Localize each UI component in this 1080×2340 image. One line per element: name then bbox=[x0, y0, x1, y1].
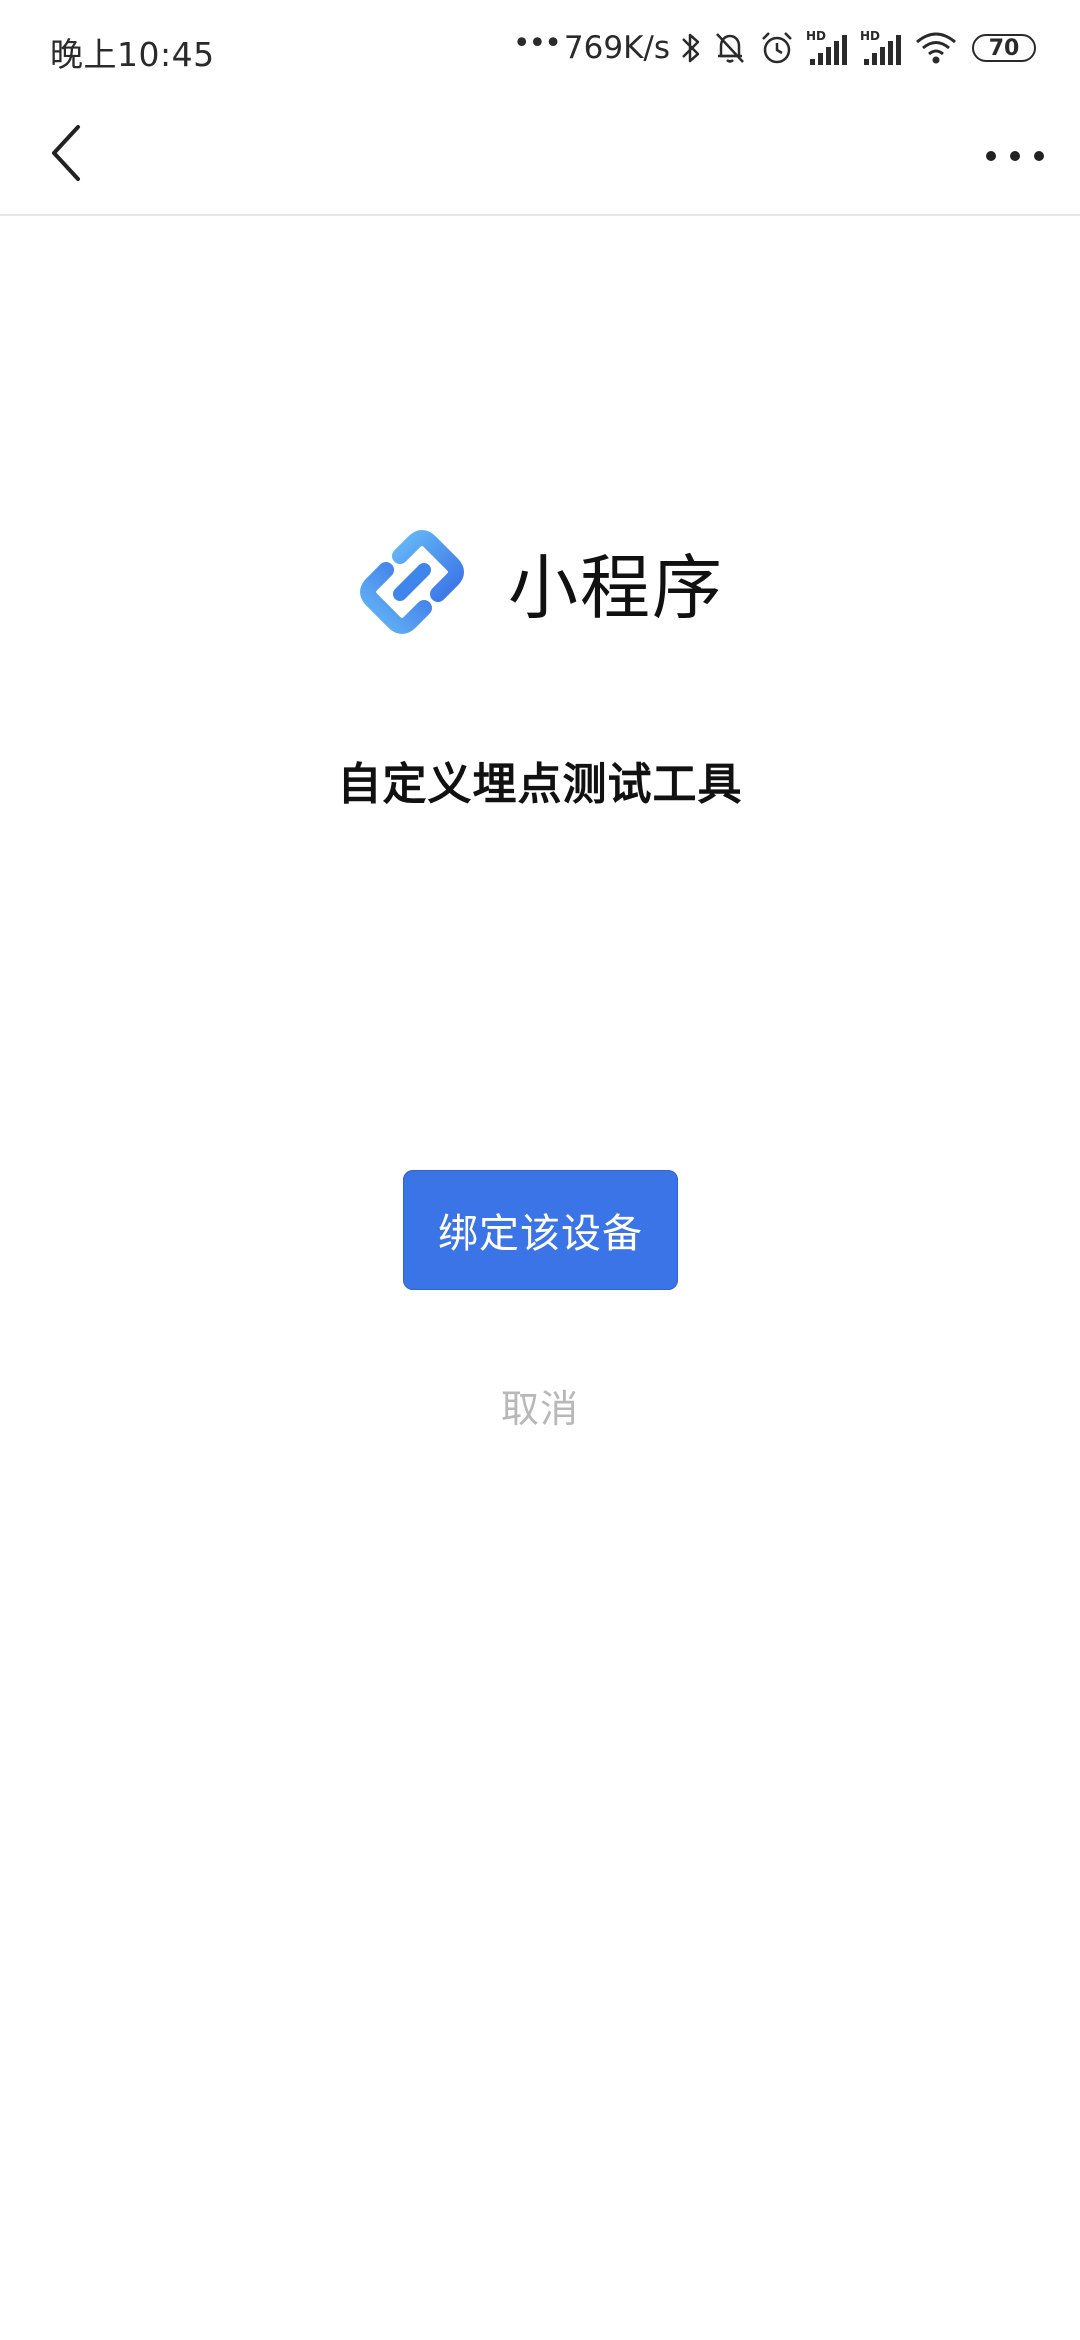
hd-signal-icon: HD bbox=[806, 29, 847, 65]
battery-level: 70 bbox=[988, 35, 1020, 61]
status-time: 晚上10:45 bbox=[50, 35, 215, 74]
status-bar: 晚上10:45 ••• 769K/s HD HD 70 bbox=[0, 0, 1080, 96]
network-speed-value: 769K/s bbox=[563, 30, 670, 66]
alarm-icon bbox=[762, 32, 792, 64]
more-button[interactable] bbox=[980, 126, 1050, 186]
cancel-button[interactable]: 取消 bbox=[0, 1378, 1080, 1433]
bind-device-button[interactable]: 绑定该设备 bbox=[403, 1170, 678, 1290]
wifi-icon bbox=[916, 32, 956, 64]
more-dots-icon: ••• bbox=[512, 25, 562, 61]
battery-icon: 70 bbox=[972, 34, 1036, 62]
svg-text:HD: HD bbox=[806, 29, 826, 43]
app-title: 自定义埋点测试工具 bbox=[337, 759, 743, 810]
status-icons: ••• 769K/s HD HD 70 bbox=[513, 22, 1036, 74]
more-horizontal-icon bbox=[986, 151, 1044, 161]
network-speed: ••• 769K/s bbox=[513, 26, 670, 67]
chevron-left-icon bbox=[52, 125, 80, 181]
bell-muted-icon bbox=[716, 33, 744, 63]
svg-text:HD: HD bbox=[860, 29, 880, 43]
back-button[interactable] bbox=[36, 118, 96, 188]
hd-signal-icon: HD bbox=[860, 29, 901, 65]
bluetooth-icon bbox=[682, 33, 700, 63]
brand-name: 小程序 bbox=[508, 546, 724, 629]
mini-program-logo-icon bbox=[360, 530, 464, 634]
brand-row: 小程序 bbox=[0, 526, 1080, 638]
screen: 晚上10:45 ••• 769K/s HD HD 70 小程序 自定义埋点测试工… bbox=[0, 0, 1080, 2340]
nav-bar bbox=[0, 96, 1080, 216]
